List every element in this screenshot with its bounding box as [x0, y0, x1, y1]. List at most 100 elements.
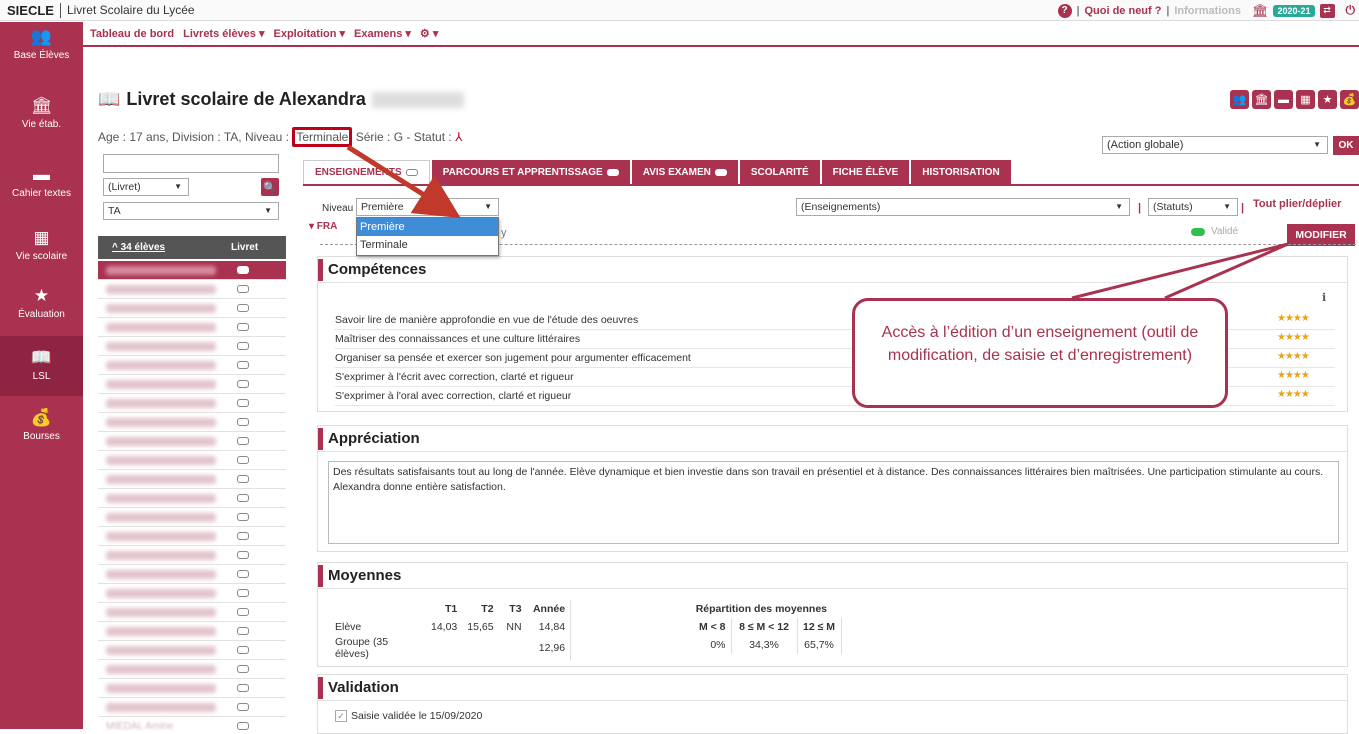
- tab-parcours[interactable]: PARCOURS ET APPRENTISSAGE: [431, 160, 630, 184]
- livret-select-value: (Livret): [108, 181, 141, 193]
- search-icon[interactable]: 🔍: [261, 178, 279, 196]
- list-item[interactable]: [98, 527, 286, 546]
- sidebar-item-base-eleves[interactable]: 👥 Base Élèves: [0, 24, 83, 80]
- list-item[interactable]: [98, 565, 286, 584]
- sidebar-item-evaluation[interactable]: ★ Évaluation: [0, 286, 83, 342]
- rating-stars-icon: ★★★★: [1277, 332, 1310, 343]
- subject-collapse-toggle[interactable]: ▾ FRA: [309, 221, 337, 232]
- list-item[interactable]: [98, 641, 286, 660]
- tab-label: FICHE ÉLÈVE: [832, 166, 899, 178]
- list-item[interactable]: [98, 508, 286, 527]
- livret-icon: [237, 494, 249, 502]
- students-count-sort[interactable]: ^ 34 élèves: [112, 242, 165, 253]
- niveau-dropdown: Première Terminale: [356, 217, 499, 256]
- list-item[interactable]: [98, 280, 286, 299]
- niveau-option-terminale[interactable]: Terminale: [357, 236, 498, 254]
- student-name-blurred: [106, 418, 216, 427]
- informations-link[interactable]: Informations: [1174, 5, 1241, 17]
- ok-button[interactable]: OK: [1333, 136, 1359, 155]
- list-item[interactable]: [98, 337, 286, 356]
- news-link[interactable]: Quoi de neuf ?: [1084, 5, 1161, 17]
- list-item[interactable]: [98, 261, 286, 280]
- modify-button[interactable]: MODIFIER: [1287, 224, 1355, 246]
- student-name-blurred: [106, 513, 216, 522]
- list-item[interactable]: [98, 546, 286, 565]
- calendar-icon[interactable]: ▦: [1296, 90, 1315, 109]
- class-select[interactable]: TA ▼: [103, 202, 279, 220]
- livret-icon: [237, 361, 249, 369]
- col-header: Année: [526, 600, 572, 618]
- tab-scolarite[interactable]: SCOLARITÉ: [739, 160, 820, 184]
- list-item[interactable]: [98, 394, 286, 413]
- menu-settings[interactable]: ⚙ ▾: [420, 27, 438, 40]
- bag-icon[interactable]: 💰: [1340, 90, 1359, 109]
- status-pill-icon: [606, 168, 619, 176]
- student-name-blurred: [106, 703, 216, 712]
- livret-icon: [237, 665, 249, 673]
- list-item[interactable]: [98, 489, 286, 508]
- sidebar-item-vie-etab[interactable]: 🏛 Vie étab.: [0, 96, 83, 152]
- global-action-select[interactable]: (Action globale) ▼: [1102, 136, 1328, 154]
- tab-enseignements[interactable]: ENSEIGNEMENTS: [303, 160, 430, 184]
- sidebar-item-bourses[interactable]: 💰 Bourses: [0, 408, 83, 464]
- list-item[interactable]: [98, 584, 286, 603]
- livret-icon: [237, 304, 249, 312]
- sidebar-item-vie-scolaire[interactable]: ▦ Vie scolaire: [0, 228, 83, 284]
- list-item[interactable]: [98, 356, 286, 375]
- livret-select[interactable]: (Livret) ▼: [103, 178, 189, 196]
- livret-icon: [237, 266, 249, 274]
- list-item[interactable]: [98, 299, 286, 318]
- table-cell: 14,03: [431, 621, 458, 633]
- chevron-down-icon: ▼: [264, 206, 272, 215]
- list-item[interactable]: [98, 318, 286, 337]
- users-icon[interactable]: 👥: [1230, 90, 1249, 109]
- list-item[interactable]: [98, 451, 286, 470]
- student-name-blurred: [106, 456, 216, 465]
- tab-fiche-eleve[interactable]: FICHE ÉLÈVE: [821, 160, 910, 184]
- list-item[interactable]: [98, 679, 286, 698]
- table-cell: NN: [506, 621, 522, 633]
- switch-icon[interactable]: ⇄: [1319, 3, 1335, 18]
- list-item[interactable]: [98, 375, 286, 394]
- menu-examens[interactable]: Examens ▾: [354, 27, 411, 40]
- menu-livrets[interactable]: Livrets élèves ▾: [183, 27, 264, 40]
- info-prefix: Age : 17 ans, Division : TA, Niveau :: [98, 130, 293, 144]
- toggle-all-link[interactable]: Tout plier/déplier: [1253, 198, 1341, 210]
- school-year-badge[interactable]: 2020-21: [1273, 4, 1315, 17]
- niveau-select[interactable]: Première ▼: [356, 198, 499, 216]
- info-legend-icon[interactable]: ℹ: [1322, 291, 1326, 304]
- list-item[interactable]: [98, 603, 286, 622]
- statuts-select[interactable]: (Statuts) ▼: [1148, 198, 1238, 216]
- enseignements-select[interactable]: (Enseignements) ▼: [796, 198, 1130, 216]
- tab-avis-examen[interactable]: AVIS EXAMEN: [631, 160, 738, 184]
- list-item[interactable]: [98, 470, 286, 489]
- logout-icon[interactable]: ⏻: [1346, 3, 1356, 18]
- col-header: T3: [509, 603, 522, 615]
- pdf-icon[interactable]: ⅄: [455, 130, 462, 144]
- institution-icon[interactable]: 🏛: [1252, 3, 1269, 19]
- menu-exploitation[interactable]: Exploitation ▾: [274, 27, 346, 40]
- list-item[interactable]: [98, 622, 286, 641]
- livret-icon: [237, 323, 249, 331]
- niveau-option-premiere[interactable]: Première: [357, 218, 498, 236]
- star-icon[interactable]: ★: [1318, 90, 1337, 109]
- livret-icon: [237, 646, 249, 654]
- help-icon[interactable]: ?: [1057, 3, 1072, 18]
- sidebar-item-lsl[interactable]: 📖 LSL: [0, 336, 83, 396]
- book-icon[interactable]: ▬: [1274, 90, 1293, 109]
- menu-dashboard[interactable]: Tableau de bord: [90, 28, 174, 40]
- sidebar-item-cahier-textes[interactable]: ▬ Cahier textes: [0, 165, 83, 221]
- list-item[interactable]: [98, 432, 286, 451]
- student-search-input[interactable]: [103, 154, 279, 173]
- list-item[interactable]: MIEDAL Amine: [98, 719, 286, 732]
- sidebar: 👥 Base Élèves 🏛 Vie étab. ▬ Cahier texte…: [0, 22, 83, 729]
- building-icon[interactable]: 🏛: [1252, 90, 1271, 109]
- student-name-blurred: [106, 665, 216, 674]
- list-item[interactable]: [98, 660, 286, 679]
- enseignements-select-value: (Enseignements): [801, 201, 881, 213]
- list-item[interactable]: [98, 413, 286, 432]
- tab-historisation[interactable]: HISTORISATION: [911, 160, 1011, 184]
- validated-pill-icon: [1191, 227, 1205, 236]
- col-header: 12 ≤ M: [797, 618, 842, 636]
- list-item[interactable]: [98, 698, 286, 717]
